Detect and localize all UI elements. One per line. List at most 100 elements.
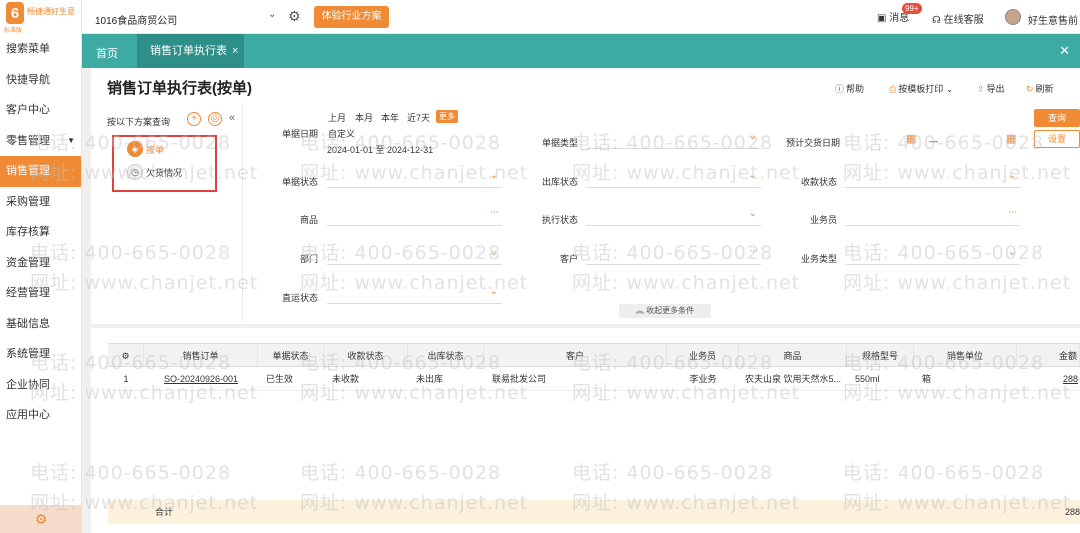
sidebar-item-customer-center[interactable]: 客户中心 bbox=[0, 95, 81, 126]
sidebar-item-label: 快捷导航 bbox=[6, 73, 50, 86]
company-selector[interactable]: 1016食品商贸公司 bbox=[95, 12, 177, 27]
settings-button[interactable]: 设置 bbox=[1034, 130, 1080, 148]
quick-date-this-month[interactable]: 本月 bbox=[355, 111, 373, 124]
label-receipt-status: 收款状态 bbox=[800, 177, 837, 187]
messages-badge: 99+ bbox=[902, 3, 922, 14]
label-doc-type: 单据类型 bbox=[541, 138, 578, 148]
sidebar-item-system[interactable]: 系统管理 bbox=[0, 339, 81, 370]
export-icon: ⇪ bbox=[977, 84, 985, 94]
column-header[interactable]: 商品 bbox=[739, 344, 847, 366]
sidebar-item-collaboration[interactable]: 企业协同 bbox=[0, 370, 81, 401]
collapse-label: 收起更多条件 bbox=[646, 306, 695, 315]
column-header[interactable]: 销售订单 bbox=[144, 344, 258, 366]
main-panel: 销售订单执行表(按单) ⓘ 帮助 ⎙ 按模板打印 ⌄ ⇪ 导出 ↻ 刷新 按以下方案查询… bbox=[91, 68, 1080, 533]
column-header[interactable]: 收款状态 bbox=[324, 344, 408, 366]
sidebar-item-search-menu[interactable]: 搜索菜单 bbox=[0, 34, 81, 65]
summary-label: 合计 bbox=[155, 507, 174, 517]
direct-status-select[interactable]: ⌄ bbox=[327, 284, 502, 304]
collapse-conditions-button[interactable]: ︽ 收起更多条件 bbox=[619, 304, 711, 318]
tab-home[interactable]: 首页 bbox=[96, 45, 118, 61]
results-table: ⚙ 销售订单 单据状态 收款状态 出库状态 客户 业务员 商品 规格型号 销售单… bbox=[108, 343, 1080, 391]
column-header[interactable]: 销售单位 bbox=[914, 344, 1017, 366]
scheme-item-shortage[interactable]: ◷ 欠货情况 bbox=[127, 164, 182, 180]
salesperson-picker[interactable]: ··· bbox=[845, 206, 1020, 226]
customer-picker[interactable]: ··· bbox=[586, 245, 761, 265]
column-header[interactable]: 单据状态 bbox=[258, 344, 324, 366]
scheme-settings-icon[interactable]: ◎ bbox=[208, 112, 222, 126]
help-icon: ⓘ bbox=[835, 84, 845, 94]
sidebar-item-label: 搜索菜单 bbox=[6, 43, 50, 55]
gear-icon[interactable]: ⚙ bbox=[288, 8, 301, 25]
sidebar-item-basic-info[interactable]: 基础信息 bbox=[0, 309, 81, 340]
receipt-status-select[interactable]: ⌄ bbox=[845, 168, 1020, 188]
date-mode: 自定义 bbox=[328, 129, 356, 139]
divider bbox=[242, 102, 243, 322]
close-icon[interactable]: × bbox=[232, 45, 238, 57]
trial-industry-button[interactable]: 体验行业方案 bbox=[314, 6, 389, 28]
tab-sales-order-execution[interactable]: 销售订单执行表 × bbox=[137, 34, 244, 68]
label-delivery-date: 预计交货日期 bbox=[785, 138, 840, 148]
column-header[interactable]: 客户 bbox=[484, 344, 667, 366]
scheme-item-label: 按单 bbox=[146, 144, 165, 155]
label-business-type: 业务类型 bbox=[800, 254, 837, 264]
exec-status-select[interactable]: ⌄ bbox=[586, 206, 761, 226]
quick-date-last-month[interactable]: 上月 bbox=[328, 111, 346, 124]
quick-date-this-year[interactable]: 本年 bbox=[381, 111, 399, 124]
refresh-button[interactable]: ↻ 刷新 bbox=[1026, 82, 1054, 95]
scheme-item-by-order[interactable]: ◈ 按单 bbox=[127, 141, 164, 157]
doc-type-select[interactable]: ⌄ bbox=[586, 129, 761, 149]
doc-status-select[interactable]: ⌄ bbox=[327, 168, 502, 188]
sidebar-item-retail[interactable]: 零售管理 ▼ bbox=[0, 126, 81, 157]
help-button[interactable]: ⓘ 帮助 bbox=[835, 82, 864, 95]
sidebar-item-operations[interactable]: 经营管理 bbox=[0, 278, 81, 309]
avatar[interactable] bbox=[1005, 9, 1021, 25]
help-label: 帮助 bbox=[846, 84, 865, 94]
column-header[interactable]: 业务员 bbox=[667, 344, 739, 366]
department-select[interactable]: ⌄ bbox=[327, 245, 502, 265]
sidebar-item-app-center[interactable]: 应用中心 bbox=[0, 400, 81, 431]
column-settings-icon[interactable]: ⚙ bbox=[108, 344, 144, 366]
collapse-left-icon[interactable]: « bbox=[229, 112, 235, 124]
chevron-down-icon[interactable]: ⌄ bbox=[946, 84, 954, 94]
sidebar-settings-gear-icon[interactable]: ⚙ bbox=[0, 505, 82, 533]
calendar-icon[interactable]: ▦ bbox=[1006, 132, 1016, 145]
chevron-down-icon: ⌄ bbox=[1007, 247, 1016, 258]
business-type-select[interactable]: ⌄ bbox=[845, 245, 1020, 265]
label-direct-status: 直运状态 bbox=[281, 293, 318, 303]
query-button[interactable]: 查询 bbox=[1034, 109, 1080, 127]
outbound-status-select[interactable]: ⌄ bbox=[586, 168, 761, 188]
close-all-icon[interactable]: ✕ bbox=[1059, 43, 1070, 59]
column-header[interactable]: 金额 bbox=[1017, 344, 1080, 366]
refresh-icon: ↻ bbox=[1026, 84, 1034, 94]
more-dots-icon: ··· bbox=[490, 206, 499, 218]
product-picker[interactable]: ··· bbox=[327, 206, 502, 226]
sidebar-item-funds[interactable]: 资金管理 bbox=[0, 248, 81, 279]
username[interactable]: 好生意售前 bbox=[1028, 12, 1078, 27]
print-template-button[interactable]: ⎙ 按模板打印 ⌄ bbox=[889, 82, 953, 95]
sidebar-item-sales[interactable]: 销售管理 bbox=[0, 156, 81, 187]
sidebar-item-purchase[interactable]: 采购管理 bbox=[0, 187, 81, 218]
column-header[interactable]: 规格型号 bbox=[847, 344, 914, 366]
quick-date-last-7-days[interactable]: 近7天 bbox=[407, 111, 430, 124]
cell-amount[interactable]: 288 bbox=[1017, 367, 1080, 390]
order-number-link[interactable]: SO-20240926-001 bbox=[144, 367, 258, 390]
summary-amount: 288 bbox=[1064, 507, 1080, 517]
logo-mark-icon: 6 bbox=[6, 2, 24, 24]
online-service-link[interactable]: ☊ 在线客服 bbox=[932, 11, 984, 26]
calendar-icon[interactable]: ▦ bbox=[906, 132, 916, 145]
label-product: 商品 bbox=[299, 215, 318, 225]
export-button[interactable]: ⇪ 导出 bbox=[977, 82, 1005, 95]
sidebar-item-inventory[interactable]: 库存核算 bbox=[0, 217, 81, 248]
chevron-down-icon[interactable]: ⌄ bbox=[268, 9, 276, 20]
quick-date-more[interactable]: 更多 bbox=[436, 110, 458, 123]
add-scheme-icon[interactable]: + bbox=[187, 112, 201, 126]
left-sidebar: 6 畅捷通好生意 标准版 搜索菜单 快捷导航 客户中心 零售管理 ▼ 销售管理 采… bbox=[0, 0, 82, 533]
more-dots-icon: ··· bbox=[1008, 206, 1017, 218]
message-icon: ▣ bbox=[877, 13, 887, 24]
tab-bar: 首页 销售订单执行表 × ✕ bbox=[82, 34, 1080, 68]
table-row[interactable]: 1 SO-20240926-001 已生效 未收款 未出库 联易批发公司 李业务… bbox=[108, 367, 1080, 391]
date-range-value[interactable]: 2024-01-01 至 2024-12-31 bbox=[327, 143, 433, 156]
sidebar-item-quick-nav[interactable]: 快捷导航 bbox=[0, 65, 81, 96]
box-icon: ◈ bbox=[127, 141, 143, 157]
column-header[interactable]: 出库状态 bbox=[408, 344, 484, 366]
